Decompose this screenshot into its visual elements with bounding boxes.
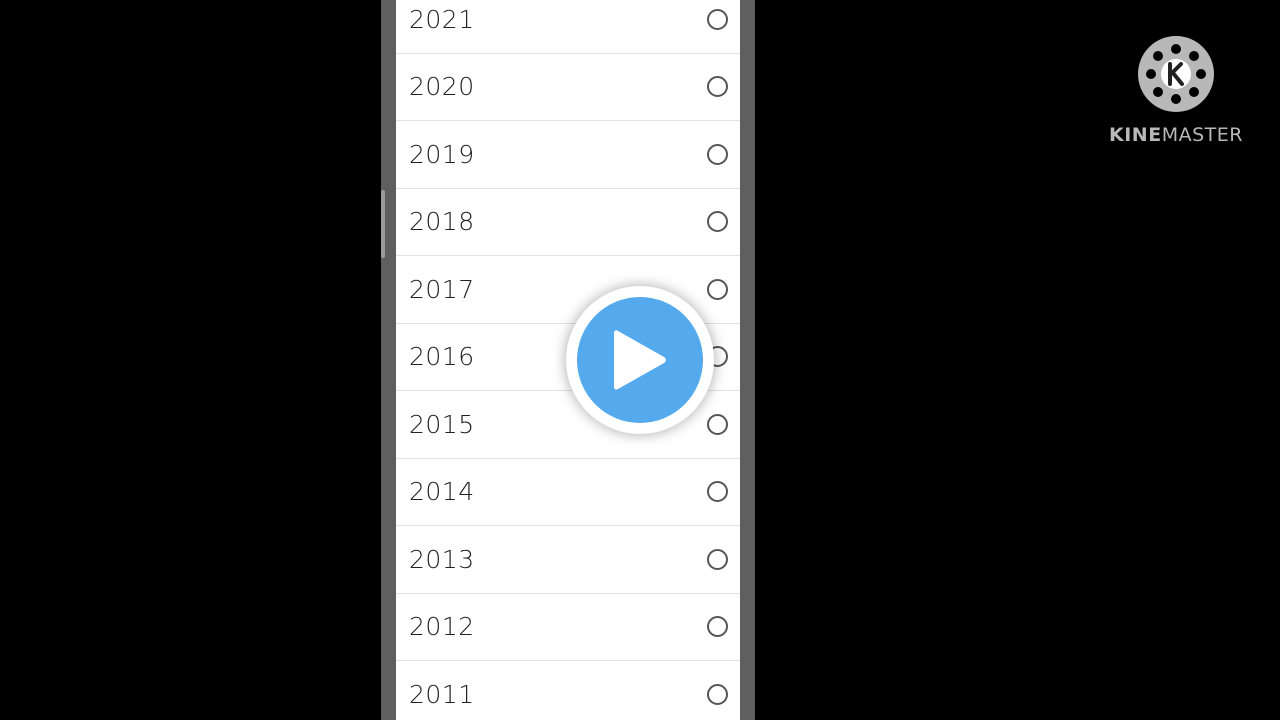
radio-button-icon[interactable] [707,278,728,300]
year-label: 2017 [409,274,475,304]
radio-button-icon[interactable] [707,211,728,233]
year-option-2018[interactable]: 2018 [396,189,740,256]
kinemaster-logo-icon [1138,36,1214,112]
kinemaster-watermark: KINEMASTER [1104,36,1248,156]
year-label: 2012 [409,612,475,642]
year-label: 2016 [409,342,475,372]
year-label: 2019 [409,139,475,169]
year-option-2011[interactable]: 2011 [396,661,740,720]
year-label: 2021 [409,4,475,34]
radio-button-icon[interactable] [707,481,728,503]
play-button[interactable] [566,286,714,434]
video-frame: 2021 2020 2019 2018 2017 2016 2015 2014 … [0,0,1280,720]
play-button-circle [577,297,703,423]
radio-button-icon[interactable] [707,548,728,570]
wordmark-master: MASTER [1161,124,1243,146]
play-icon [614,330,666,390]
radio-button-icon[interactable] [707,143,728,165]
year-option-2020[interactable]: 2020 [396,54,740,121]
radio-button-icon[interactable] [707,683,728,705]
radio-button-icon[interactable] [707,8,728,30]
year-label: 2014 [409,477,475,507]
year-option-2013[interactable]: 2013 [396,526,740,594]
year-option-2019[interactable]: 2019 [396,121,740,189]
radio-button-icon[interactable] [707,76,728,98]
scrollbar[interactable] [381,190,385,258]
year-label: 2020 [409,72,475,102]
kinemaster-wordmark: KINEMASTER [1104,124,1248,146]
year-label: 2013 [409,544,475,574]
radio-button-icon[interactable] [707,616,728,638]
year-option-2014[interactable]: 2014 [396,459,740,526]
year-option-2021[interactable]: 2021 [396,0,740,54]
year-option-2012[interactable]: 2012 [396,594,740,661]
wordmark-kine: KINE [1109,124,1162,146]
year-label: 2011 [409,679,475,709]
year-label: 2015 [409,409,475,439]
year-label: 2018 [409,207,475,237]
radio-button-icon[interactable] [707,413,728,435]
